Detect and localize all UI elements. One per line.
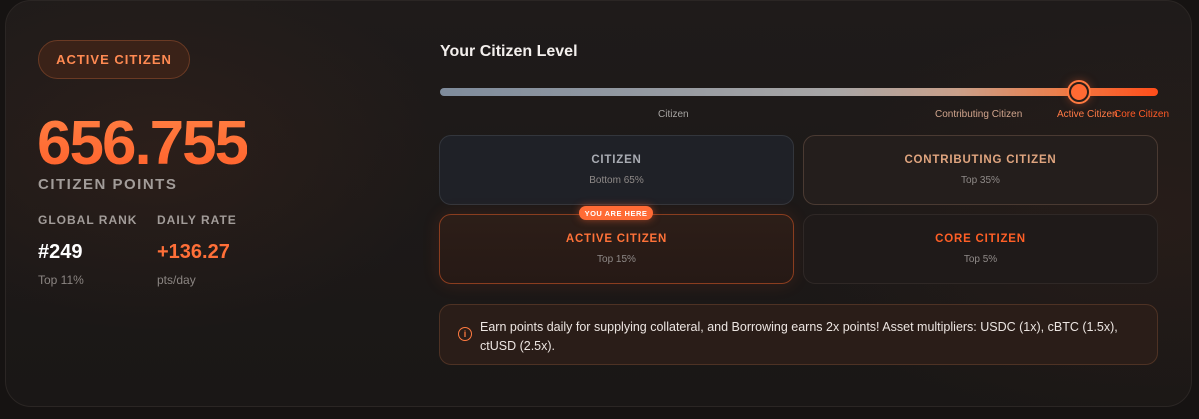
level-tick-citizen: Citizen (658, 109, 689, 120)
tier-range: Top 5% (963, 254, 998, 265)
tier-card-core: CORE CITIZEN Top 5% (803, 214, 1158, 284)
tier-name: CITIZEN (591, 154, 642, 166)
tier-range: Bottom 65% (589, 175, 644, 186)
level-progress-marker (1069, 82, 1089, 102)
global-rank-stat: GLOBAL RANK #249 Top 11% (38, 213, 137, 287)
tier-card-citizen: CITIZEN Bottom 65% (439, 135, 794, 205)
level-tick-active: Active Citizen (1057, 109, 1118, 120)
tier-name: ACTIVE CITIZEN (565, 233, 668, 245)
citizen-points-label: CITIZEN POINTS (38, 176, 178, 193)
tier-name: CORE CITIZEN (935, 233, 1026, 245)
citizen-points-value: 656.755 (37, 109, 249, 178)
daily-rate-unit: pts/day (157, 273, 196, 287)
level-tick-contributing: Contributing Citizen (935, 109, 1023, 120)
global-rank-percentile: Top 11% (38, 273, 84, 287)
daily-rate-value: +136.27 (157, 241, 230, 263)
info-banner: i Earn points daily for supplying collat… (439, 304, 1158, 365)
tier-range: Top 15% (597, 254, 636, 265)
level-tick-core: Core Citizen (1114, 109, 1170, 120)
daily-rate-stat: DAILY RATE +136.27 pts/day (157, 213, 237, 287)
you-are-here-badge: YOU ARE HERE (579, 206, 653, 220)
global-rank-label: GLOBAL RANK (38, 213, 138, 227)
tier-card-active: ACTIVE CITIZEN Top 15% (439, 214, 794, 284)
daily-rate-label: DAILY RATE (157, 213, 237, 227)
global-rank-value: #249 (38, 241, 83, 263)
info-text: Earn points daily for supplying collater… (480, 320, 1118, 353)
tier-card-contributing: CONTRIBUTING CITIZEN Top 35% (803, 135, 1158, 205)
level-progress-track (440, 88, 1158, 96)
tier-name: CONTRIBUTING CITIZEN (904, 154, 1057, 166)
info-icon: i (458, 327, 472, 341)
tier-range: Top 35% (961, 175, 1000, 186)
status-badge: ACTIVE CITIZEN (38, 40, 190, 79)
citizen-level-title: Your Citizen Level (440, 43, 578, 60)
